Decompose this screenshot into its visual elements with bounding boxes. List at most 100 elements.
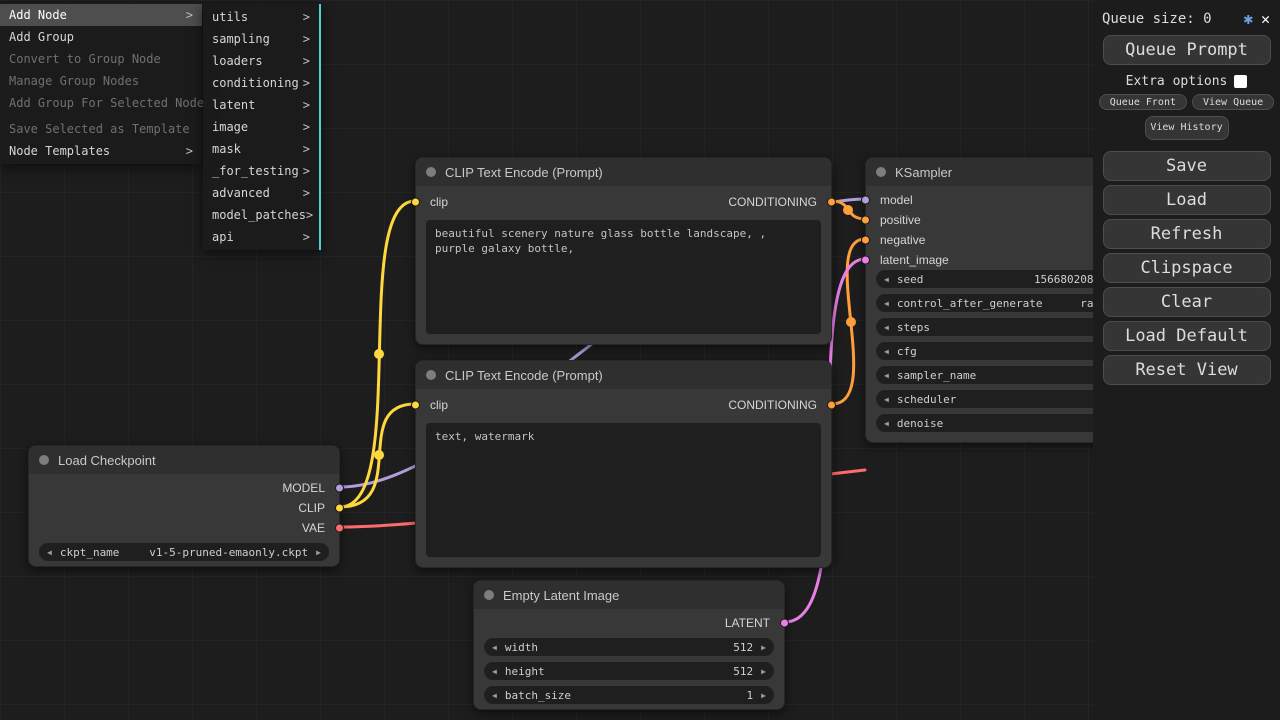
save-button[interactable]: Save [1103,151,1271,181]
submenu-arrow-icon: > [306,208,313,222]
collapse-dot-icon[interactable] [426,370,436,380]
widget-label: height [505,665,545,678]
conditioning-output-dot[interactable] [827,401,836,410]
input-slot-label: model [880,193,913,207]
widget-decrement-icon[interactable]: ◀ [884,299,889,308]
node-title-bar[interactable]: CLIP Text Encode (Prompt) [416,158,831,186]
widget-height[interactable]: ◀ height 512 ▶ [484,662,774,680]
node-title-bar[interactable]: CLIP Text Encode (Prompt) [416,361,831,389]
widget-ckpt-name[interactable]: ◀ ckpt_name v1-5-pruned-emaonly.ckpt ▶ [39,543,329,561]
view-history-button[interactable]: View History [1145,116,1229,140]
widget-decrement-icon[interactable]: ◀ [884,275,889,284]
negative-input-dot[interactable] [861,236,870,245]
clear-button[interactable]: Clear [1103,287,1271,317]
collapse-dot-icon[interactable] [39,455,49,465]
widget-increment-icon[interactable]: ▶ [761,643,766,652]
link-midpoint-dot[interactable] [374,349,384,359]
widget-label: ckpt_name [60,546,120,559]
link-midpoint-dot[interactable] [374,450,384,460]
submenu-item-api[interactable]: api > [203,226,319,248]
node-load-checkpoint[interactable]: Load Checkpoint MODEL CLIP VAE ◀ ckpt_na… [28,445,340,567]
close-menu-icon[interactable]: ✕ [1261,12,1270,27]
widget-decrement-icon[interactable]: ◀ [884,347,889,356]
queue-prompt-button[interactable]: Queue Prompt [1103,35,1271,65]
submenu-item-label: utils [212,10,248,24]
submenu-item-latent[interactable]: latent > [203,94,319,116]
widget-value: 1 [747,689,754,702]
widget-decrement-icon[interactable]: ◀ [492,691,497,700]
model-output-dot[interactable] [335,484,344,493]
model-input-dot[interactable] [861,196,870,205]
collapse-dot-icon[interactable] [876,167,886,177]
widget-label: denoise [897,417,943,430]
submenu-item-advanced[interactable]: advanced > [203,182,319,204]
widget-value: 1566802087 [1034,273,1100,286]
queue-front-button[interactable]: Queue Front [1099,94,1187,110]
submenu-item-mask[interactable]: mask > [203,138,319,160]
widget-increment-icon[interactable]: ▶ [316,548,321,557]
widget-decrement-icon[interactable]: ◀ [884,323,889,332]
widget-decrement-icon[interactable]: ◀ [492,643,497,652]
graph-canvas[interactable]: CLIP Text Encode (Prompt) clip CONDITION… [0,0,1280,720]
widget-decrement-icon[interactable]: ◀ [884,419,889,428]
prompt-textarea[interactable]: beautiful scenery nature glass bottle la… [426,220,821,334]
submenu-arrow-icon: > [303,230,310,244]
widget-batch-size[interactable]: ◀ batch_size 1 ▶ [484,686,774,704]
menu-item-save-selected-as-template: Save Selected as Template [0,118,202,140]
node-title-bar[interactable]: Empty Latent Image [474,581,784,609]
widget-increment-icon[interactable]: ▶ [761,691,766,700]
collapse-dot-icon[interactable] [426,167,436,177]
submenu-item-label: mask [212,142,241,156]
widget-width[interactable]: ◀ width 512 ▶ [484,638,774,656]
submenu-item-sampling[interactable]: sampling > [203,28,319,50]
submenu-item-model-patches[interactable]: model_patches > [203,204,319,226]
widget-increment-icon[interactable]: ▶ [761,667,766,676]
submenu-item-image[interactable]: image > [203,116,319,138]
submenu-item-label: latent [212,98,255,112]
view-queue-button[interactable]: View Queue [1192,94,1274,110]
widget-decrement-icon[interactable]: ◀ [884,395,889,404]
widget-value: 512 [733,665,753,678]
clipspace-button[interactable]: Clipspace [1103,253,1271,283]
output-slot-label: VAE [302,521,325,535]
node-clip-text-encode-negative[interactable]: CLIP Text Encode (Prompt) clip CONDITION… [415,360,832,568]
reset-view-button[interactable]: Reset View [1103,355,1271,385]
menu-item-node-templates[interactable]: Node Templates > [0,140,202,162]
conditioning-output-dot[interactable] [827,198,836,207]
submenu-item-loaders[interactable]: loaders > [203,50,319,72]
clip-output-dot[interactable] [335,504,344,513]
widget-decrement-icon[interactable]: ◀ [884,371,889,380]
positive-input-dot[interactable] [861,216,870,225]
latent-output-dot[interactable] [780,619,789,628]
load-button[interactable]: Load [1103,185,1271,215]
clip-input-dot[interactable] [411,198,420,207]
menu-item-label: Node Templates [9,144,110,158]
node-empty-latent-image[interactable]: Empty Latent Image LATENT ◀ width 512 ▶ … [473,580,785,710]
latent-input-dot[interactable] [861,256,870,265]
widget-decrement-icon[interactable]: ◀ [47,548,52,557]
collapse-dot-icon[interactable] [484,590,494,600]
menu-item-label: Add Node [9,8,67,22]
submenu-arrow-icon: > [303,54,310,68]
submenu-item-conditioning[interactable]: conditioning > [203,72,319,94]
menu-item-label: Add Group For Selected Nodes [9,96,211,110]
menu-item-add-node[interactable]: Add Node > [0,4,202,26]
node-clip-text-encode-positive[interactable]: CLIP Text Encode (Prompt) clip CONDITION… [415,157,832,345]
prompt-textarea[interactable]: text, watermark [426,423,821,557]
queue-size-label: Queue size: 0 [1102,11,1212,27]
load-default-button[interactable]: Load Default [1103,321,1271,351]
link-midpoint-dot[interactable] [843,205,853,215]
submenu-item-for-testing[interactable]: _for_testing > [203,160,319,182]
submenu-item-utils[interactable]: utils > [203,6,319,28]
settings-gear-icon[interactable]: ✱ [1243,11,1253,27]
clip-input-dot[interactable] [411,401,420,410]
menu-item-add-group[interactable]: Add Group [0,26,202,48]
vae-output-dot[interactable] [335,524,344,533]
refresh-button[interactable]: Refresh [1103,219,1271,249]
submenu-item-label: model_patches [212,208,306,222]
extra-options-checkbox[interactable] [1234,75,1247,88]
link-midpoint-dot[interactable] [846,317,856,327]
node-title-bar[interactable]: Load Checkpoint [29,446,339,474]
widget-decrement-icon[interactable]: ◀ [492,667,497,676]
input-slot-label: latent_image [880,253,949,267]
